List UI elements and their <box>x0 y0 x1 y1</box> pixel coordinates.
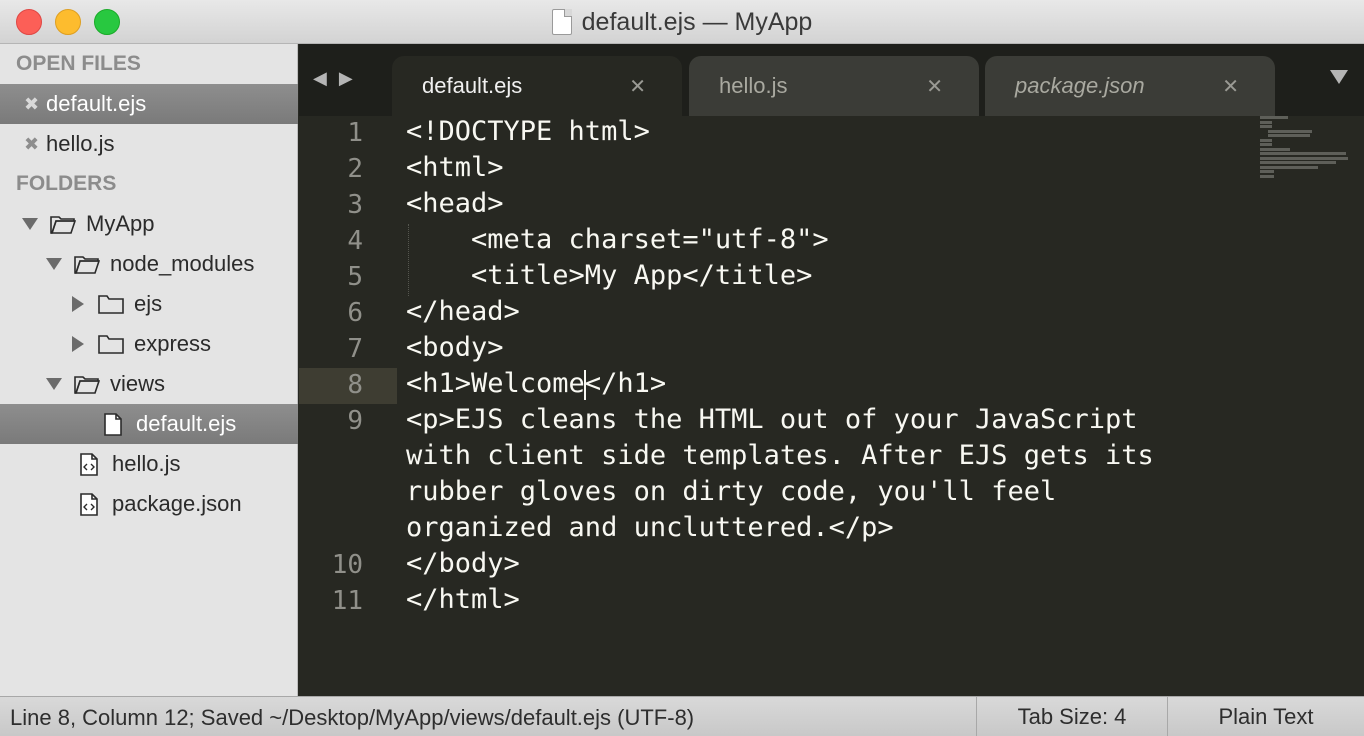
tree-folder-views[interactable]: views <box>0 364 298 404</box>
disclosure-expanded-icon[interactable] <box>22 218 38 230</box>
disclosure-collapsed-icon[interactable] <box>72 336 84 352</box>
code-line[interactable]: </head> <box>406 296 520 327</box>
open-file-hello-js[interactable]: ✖ hello.js <box>0 124 298 164</box>
line-number: 3 <box>347 190 363 220</box>
code-line[interactable]: </body> <box>406 548 520 579</box>
line-number: 11 <box>331 586 363 616</box>
line-number: 4 <box>347 226 363 256</box>
close-file-icon[interactable]: ✖ <box>24 94 39 115</box>
minimap[interactable] <box>1260 116 1350 178</box>
tab-label: hello.js <box>719 73 788 98</box>
folder-open-icon <box>74 254 100 274</box>
tab-close-icon[interactable]: ✕ <box>1222 74 1239 99</box>
code-line[interactable]: <title>My App</title> <box>406 260 812 291</box>
tab-hello-js[interactable]: hello.js ✕ <box>689 56 979 116</box>
code-line-current[interactable]: <h1>Welcome</h1> <box>406 368 666 400</box>
folders-header: FOLDERS <box>16 172 117 195</box>
code-line[interactable]: <meta charset="utf-8"> <box>406 224 829 255</box>
open-file-label: default.ejs <box>46 91 147 116</box>
tree-folder-ejs[interactable]: ejs <box>0 284 298 324</box>
tab-close-icon[interactable]: ✕ <box>629 74 646 99</box>
tree-label: views <box>110 371 166 396</box>
text-cursor <box>583 369 586 400</box>
tab-nav-arrows: ◀ ▶ <box>313 68 353 89</box>
file-icon <box>104 412 122 436</box>
status-bar: Line 8, Column 12; Saved ~/Desktop/MyApp… <box>0 696 1364 736</box>
tree-file-default-ejs[interactable]: default.ejs <box>0 404 298 444</box>
tree-label: express <box>134 331 212 356</box>
tree-label: node_modules <box>110 251 255 276</box>
tab-package-json[interactable]: package.json ✕ <box>985 56 1275 116</box>
code-line[interactable]: <!DOCTYPE html> <box>406 116 650 147</box>
tab-label: default.ejs <box>422 73 523 98</box>
code-line-wrapped[interactable]: organized and uncluttered.</p> <box>406 512 894 543</box>
sidebar: OPEN FILES ✖ default.ejs ✖ hello.js FOLD… <box>0 44 298 696</box>
line-number: 5 <box>347 262 363 292</box>
tab-size-label: Tab Size: 4 <box>1017 704 1127 729</box>
tree-folder-myapp[interactable]: MyApp <box>0 204 298 244</box>
code-editor[interactable]: 1 2 3 4 5 6 7 8 9 10 11 <!DOCTYPE html> … <box>299 116 1364 696</box>
open-file-label: hello.js <box>46 131 115 156</box>
folder-icon <box>98 334 124 354</box>
open-files-header: OPEN FILES <box>16 52 141 75</box>
disclosure-collapsed-icon[interactable] <box>72 296 84 312</box>
tree-label: hello.js <box>112 451 181 476</box>
line-number: 8 <box>347 370 363 400</box>
window-title: default.ejs — MyApp <box>581 7 813 36</box>
tab-default-ejs[interactable]: default.ejs ✕ <box>392 56 682 116</box>
tree-label: ejs <box>134 291 163 316</box>
line-number: 1 <box>347 118 363 148</box>
line-number: 7 <box>347 334 363 364</box>
tree-label: MyApp <box>86 211 155 236</box>
tree-label: package.json <box>112 491 242 516</box>
code-line[interactable]: <p>EJS cleans the HTML out of your JavaS… <box>406 404 1138 435</box>
folder-open-icon <box>74 374 100 394</box>
folder-open-icon <box>50 214 76 234</box>
line-number-gutter: 1 2 3 4 5 6 7 8 9 10 11 <box>299 116 397 696</box>
syntax-label: Plain Text <box>1218 704 1314 729</box>
line-number: 2 <box>347 154 363 184</box>
close-file-icon[interactable]: ✖ <box>24 134 39 155</box>
code-line[interactable]: <html> <box>406 152 504 183</box>
open-file-default-ejs[interactable]: ✖ default.ejs <box>0 84 298 124</box>
code-line-wrapped[interactable]: rubber gloves on dirty code, you'll feel <box>406 476 1056 507</box>
window-title-group: default.ejs — MyApp <box>0 0 1364 44</box>
status-message: Line 8, Column 12; Saved ~/Desktop/MyApp… <box>10 705 695 730</box>
syntax-selector[interactable]: Plain Text <box>1167 697 1364 736</box>
line-number: 10 <box>331 550 363 580</box>
tree-file-hello-js[interactable]: hello.js <box>0 444 298 484</box>
disclosure-expanded-icon[interactable] <box>46 258 62 270</box>
tree-folder-express[interactable]: express <box>0 324 298 364</box>
line-number: 9 <box>347 406 363 436</box>
tab-label: package.json <box>1015 73 1145 98</box>
tab-overflow-menu-icon[interactable] <box>1330 70 1348 84</box>
tab-forward-icon[interactable]: ▶ <box>339 68 353 89</box>
disclosure-expanded-icon[interactable] <box>46 378 62 390</box>
code-line-wrapped[interactable]: with client side templates. After EJS ge… <box>406 440 1154 471</box>
code-line[interactable]: </html> <box>406 584 520 615</box>
tab-bar: ◀ ▶ default.ejs ✕ hello.js ✕ package.jso… <box>299 44 1364 116</box>
tab-back-icon[interactable]: ◀ <box>313 68 327 89</box>
folder-icon <box>98 294 124 314</box>
tree-folder-node-modules[interactable]: node_modules <box>0 244 298 284</box>
code-file-icon <box>80 492 98 516</box>
line-number: 6 <box>347 298 363 328</box>
tree-label: default.ejs <box>136 411 237 436</box>
title-bar: default.ejs — MyApp <box>0 0 1364 44</box>
code-file-icon <box>80 452 98 476</box>
tree-file-package-json[interactable]: package.json <box>0 484 298 524</box>
code-line[interactable]: <head> <box>406 188 504 219</box>
tab-close-icon[interactable]: ✕ <box>926 74 943 99</box>
tab-size-selector[interactable]: Tab Size: 4 <box>976 697 1167 736</box>
document-icon <box>551 9 572 35</box>
code-line[interactable]: <body> <box>406 332 504 363</box>
